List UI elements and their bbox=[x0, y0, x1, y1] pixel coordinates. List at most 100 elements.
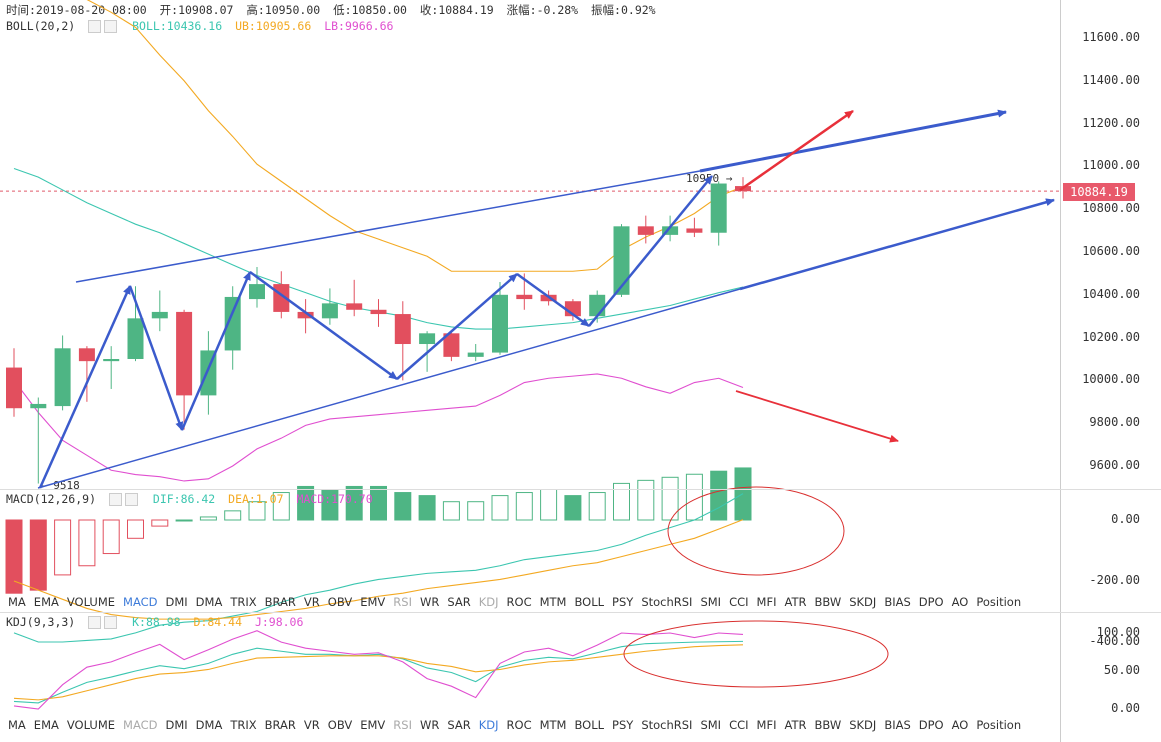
tab-boll[interactable]: BOLL bbox=[566, 716, 604, 734]
candle-body bbox=[419, 333, 436, 345]
tab-sar[interactable]: SAR bbox=[439, 716, 470, 734]
j-value: J:98.06 bbox=[254, 615, 304, 629]
tab-emv[interactable]: EMV bbox=[352, 593, 385, 611]
tab-bbw[interactable]: BBW bbox=[806, 593, 841, 611]
close-icon[interactable] bbox=[124, 493, 138, 506]
tab-wr[interactable]: WR bbox=[412, 716, 439, 734]
tab-atr[interactable]: ATR bbox=[776, 716, 806, 734]
tab-wr[interactable]: WR bbox=[412, 593, 439, 611]
axis-tick-label: -200.00 bbox=[1089, 573, 1140, 587]
macd-histogram-bar bbox=[78, 519, 96, 567]
macd-histogram-bar bbox=[661, 476, 679, 521]
tab-brar[interactable]: BRAR bbox=[257, 593, 296, 611]
tab-boll[interactable]: BOLL bbox=[566, 593, 604, 611]
tab-stochrsi[interactable]: StochRSI bbox=[633, 716, 692, 734]
axis-tick-label: 9600.00 bbox=[1089, 458, 1140, 472]
tab-roc[interactable]: ROC bbox=[499, 716, 532, 734]
tab-psy[interactable]: PSY bbox=[604, 593, 633, 611]
tab-dpo[interactable]: DPO bbox=[911, 593, 944, 611]
tab-macd[interactable]: MACD bbox=[115, 716, 157, 734]
settings-icon[interactable] bbox=[108, 493, 122, 506]
tab-ema[interactable]: EMA bbox=[26, 716, 59, 734]
tab-psy[interactable]: PSY bbox=[604, 716, 633, 734]
tab-ema[interactable]: EMA bbox=[26, 593, 59, 611]
projection-arrow-up bbox=[739, 109, 854, 192]
tab-cci[interactable]: CCI bbox=[721, 593, 748, 611]
axis-tick-label: 100.00 bbox=[1096, 625, 1140, 639]
price-pane: 10950 →← 9518 bbox=[0, 0, 1060, 492]
candle-body bbox=[321, 303, 338, 319]
tab-macd[interactable]: MACD bbox=[115, 593, 157, 611]
macd-value: MACD:170.70 bbox=[296, 492, 373, 506]
macd-histogram-bar bbox=[710, 470, 728, 521]
candle-body bbox=[370, 309, 387, 315]
macd-histogram-bar bbox=[54, 519, 72, 576]
tab-dmi[interactable]: DMI bbox=[158, 593, 188, 611]
close-icon[interactable] bbox=[104, 616, 118, 629]
tab-mfi[interactable]: MFI bbox=[749, 716, 777, 734]
j-line bbox=[13, 630, 744, 710]
kdj-pane bbox=[13, 630, 744, 710]
tab-rsi[interactable]: RSI bbox=[385, 593, 412, 611]
tab-ao[interactable]: AO bbox=[944, 593, 969, 611]
kdj-legend: KDJ(9,3,3) K:88.98 D:84.44 J:98.06 bbox=[6, 615, 309, 629]
tab-vr[interactable]: VR bbox=[296, 593, 320, 611]
tab-vr[interactable]: VR bbox=[296, 716, 320, 734]
dea-value: DEA:1.07 bbox=[228, 492, 284, 506]
tab-kdj[interactable]: KDJ bbox=[471, 716, 499, 734]
macd-histogram-bar bbox=[418, 495, 436, 521]
tab-volume[interactable]: VOLUME bbox=[59, 716, 115, 734]
axis-tick-label: 11600.00 bbox=[1082, 30, 1140, 44]
tab-obv[interactable]: OBV bbox=[320, 593, 352, 611]
tab-trix[interactable]: TRIX bbox=[222, 593, 256, 611]
tab-volume[interactable]: VOLUME bbox=[59, 593, 115, 611]
tab-stochrsi[interactable]: StochRSI bbox=[633, 593, 692, 611]
tab-roc[interactable]: ROC bbox=[499, 593, 532, 611]
macd-histogram-bar bbox=[637, 479, 655, 521]
tab-skdj[interactable]: SKDJ bbox=[841, 593, 876, 611]
kline-chart[interactable]: 10950 →← 9518 bbox=[0, 0, 1060, 742]
projection-arrow-down bbox=[735, 390, 899, 443]
tab-mfi[interactable]: MFI bbox=[749, 593, 777, 611]
pane-divider-macd bbox=[0, 489, 1161, 490]
tab-sar[interactable]: SAR bbox=[439, 593, 470, 611]
tab-dpo[interactable]: DPO bbox=[911, 716, 944, 734]
tab-brar[interactable]: BRAR bbox=[257, 716, 296, 734]
tab-bias[interactable]: BIAS bbox=[876, 593, 910, 611]
tab-mtm[interactable]: MTM bbox=[532, 593, 567, 611]
macd-histogram-bar bbox=[564, 495, 582, 521]
indicator-tab-bar: MA EMA VOLUME MACD DMI DMA TRIX BRAR VR OBV EMV RSI… bbox=[0, 593, 1060, 611]
tab-position[interactable]: Position bbox=[968, 593, 1021, 611]
tab-obv[interactable]: OBV bbox=[320, 716, 352, 734]
macd-histogram-bar bbox=[5, 519, 23, 594]
tab-smi[interactable]: SMI bbox=[692, 593, 721, 611]
tab-ma[interactable]: MA bbox=[0, 593, 26, 611]
tab-rsi[interactable]: RSI bbox=[385, 716, 412, 734]
tab-dma[interactable]: DMA bbox=[188, 593, 223, 611]
tab-mtm[interactable]: MTM bbox=[532, 716, 567, 734]
tab-kdj[interactable]: KDJ bbox=[471, 593, 499, 611]
tab-emv[interactable]: EMV bbox=[352, 716, 385, 734]
candle-body bbox=[637, 226, 654, 235]
tab-smi[interactable]: SMI bbox=[692, 716, 721, 734]
candle-body bbox=[516, 294, 533, 300]
axis-tick-label: 11200.00 bbox=[1082, 115, 1140, 130]
macd-histogram-bar bbox=[540, 489, 558, 521]
tab-bbw[interactable]: BBW bbox=[806, 716, 841, 734]
tab-position[interactable]: Position bbox=[968, 716, 1021, 734]
tab-atr[interactable]: ATR bbox=[776, 593, 806, 611]
tab-ma[interactable]: MA bbox=[0, 716, 26, 734]
tab-skdj[interactable]: SKDJ bbox=[841, 716, 876, 734]
axis-tick-label: 10200.00 bbox=[1082, 329, 1140, 344]
axis-tick-label: 10400.00 bbox=[1082, 286, 1140, 301]
tab-dma[interactable]: DMA bbox=[188, 716, 223, 734]
tab-dmi[interactable]: DMI bbox=[158, 716, 188, 734]
candle-body bbox=[78, 348, 95, 362]
channel-lower-arrow bbox=[739, 198, 1055, 291]
tab-cci[interactable]: CCI bbox=[721, 716, 748, 734]
tab-bias[interactable]: BIAS bbox=[876, 716, 910, 734]
tab-ao[interactable]: AO bbox=[944, 716, 969, 734]
tab-trix[interactable]: TRIX bbox=[222, 716, 256, 734]
settings-icon[interactable] bbox=[88, 616, 102, 629]
indicator-tab-bar: MA EMA VOLUME MACD DMI DMA TRIX BRAR VR OBV EMV RSI… bbox=[0, 716, 1060, 734]
